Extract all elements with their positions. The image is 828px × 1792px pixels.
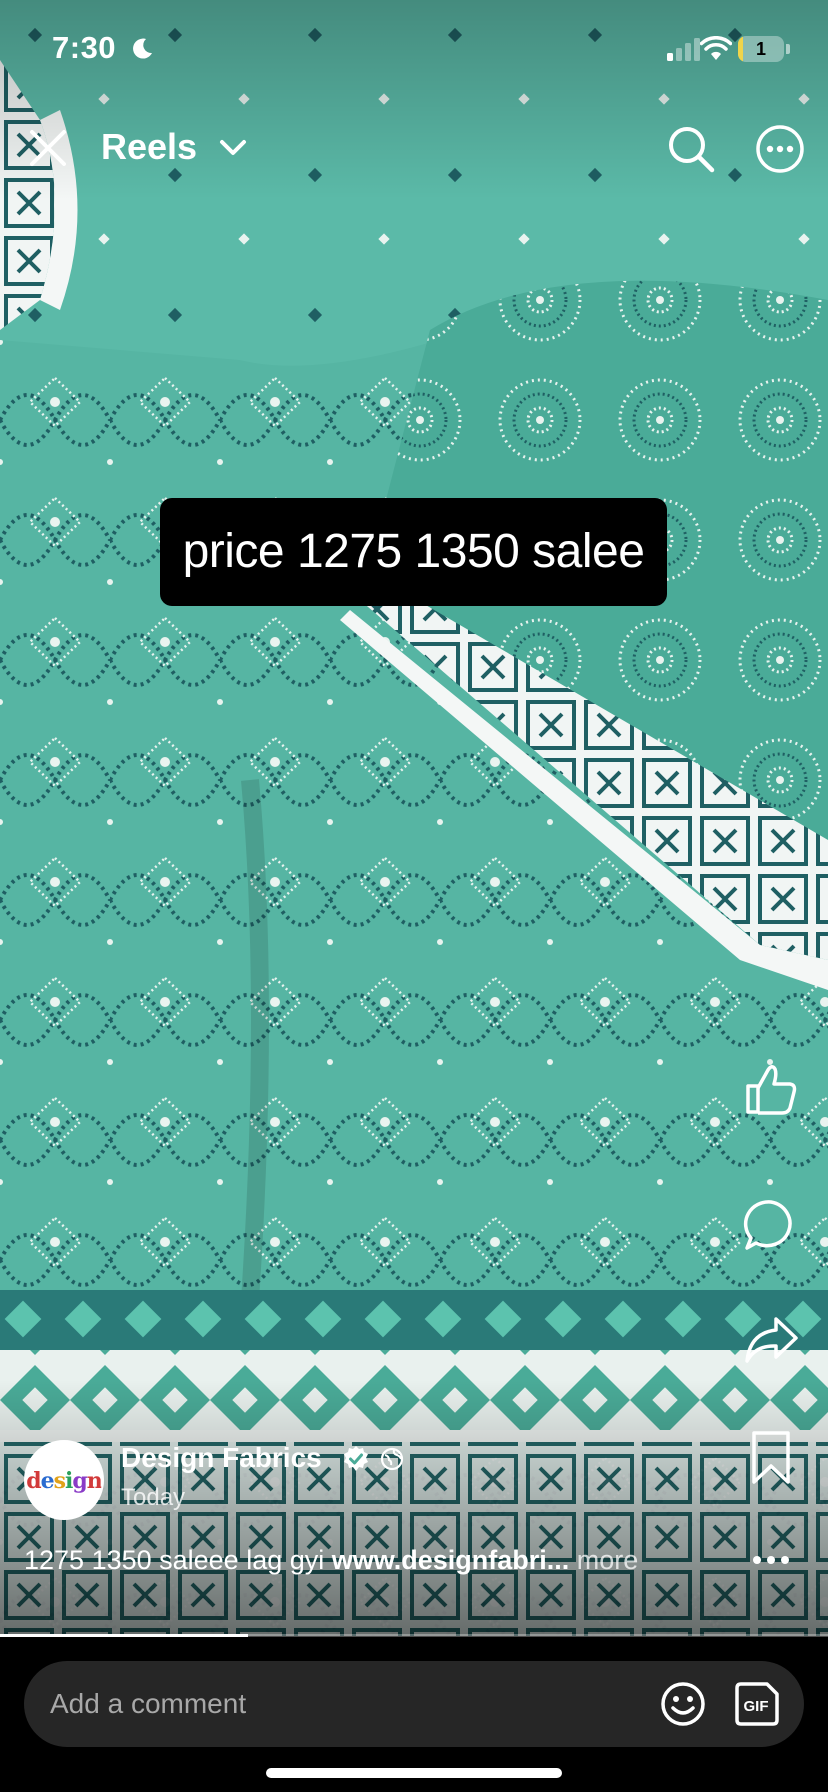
svg-text:GIF: GIF <box>744 1698 769 1715</box>
comment-input[interactable] <box>50 1661 610 1747</box>
verified-badge-icon <box>344 1446 368 1471</box>
chevron-down-icon[interactable] <box>219 138 247 158</box>
fabric-pattern <box>0 0 828 1636</box>
reel-video[interactable] <box>0 0 828 1636</box>
share-icon <box>745 1317 798 1363</box>
share-button[interactable] <box>742 1311 800 1369</box>
status-time: 7:30 <box>52 30 117 65</box>
caption-text: 1275 1350 saleee lag gyi <box>24 1545 332 1575</box>
emoji-icon[interactable] <box>659 1680 707 1728</box>
save-icon <box>752 1431 790 1484</box>
save-button[interactable] <box>742 1428 800 1486</box>
avatar-logo: design <box>26 1468 102 1494</box>
comment-icon <box>743 1200 792 1250</box>
more-options-icon[interactable] <box>755 124 805 174</box>
battery-level-text: 1 <box>755 39 766 59</box>
close-icon[interactable] <box>24 124 72 172</box>
caption-link[interactable]: www.designfabri... <box>332 1545 570 1575</box>
moon-icon <box>133 38 152 59</box>
author-avatar[interactable]: design <box>24 1440 104 1520</box>
comment-bar: GIF <box>0 1637 828 1792</box>
status-bar: 7:30 1 <box>0 0 828 100</box>
cellular-signal-icon <box>667 38 700 61</box>
comment-box[interactable]: GIF <box>24 1661 804 1747</box>
like-icon <box>746 1065 797 1115</box>
search-icon[interactable] <box>666 124 716 174</box>
post-time: Today <box>121 1484 186 1511</box>
like-button[interactable] <box>742 1060 800 1118</box>
video-text-overlay: price 1275 1350 salee <box>160 498 667 606</box>
gif-icon[interactable]: GIF <box>733 1680 781 1728</box>
caption-more-button[interactable]: more <box>577 1545 639 1575</box>
wifi-icon <box>700 36 732 60</box>
home-indicator[interactable] <box>266 1768 562 1778</box>
globe-icon <box>380 1447 404 1471</box>
comment-button[interactable] <box>742 1196 800 1254</box>
caption[interactable]: 1275 1350 saleee lag gyi www.designfabri… <box>24 1545 638 1576</box>
author-name[interactable]: Design Fabrics <box>121 1442 322 1474</box>
caption-more-options-icon[interactable] <box>748 1545 794 1575</box>
reels-title[interactable]: Reels <box>101 126 197 168</box>
battery-icon: 1 <box>738 36 790 62</box>
